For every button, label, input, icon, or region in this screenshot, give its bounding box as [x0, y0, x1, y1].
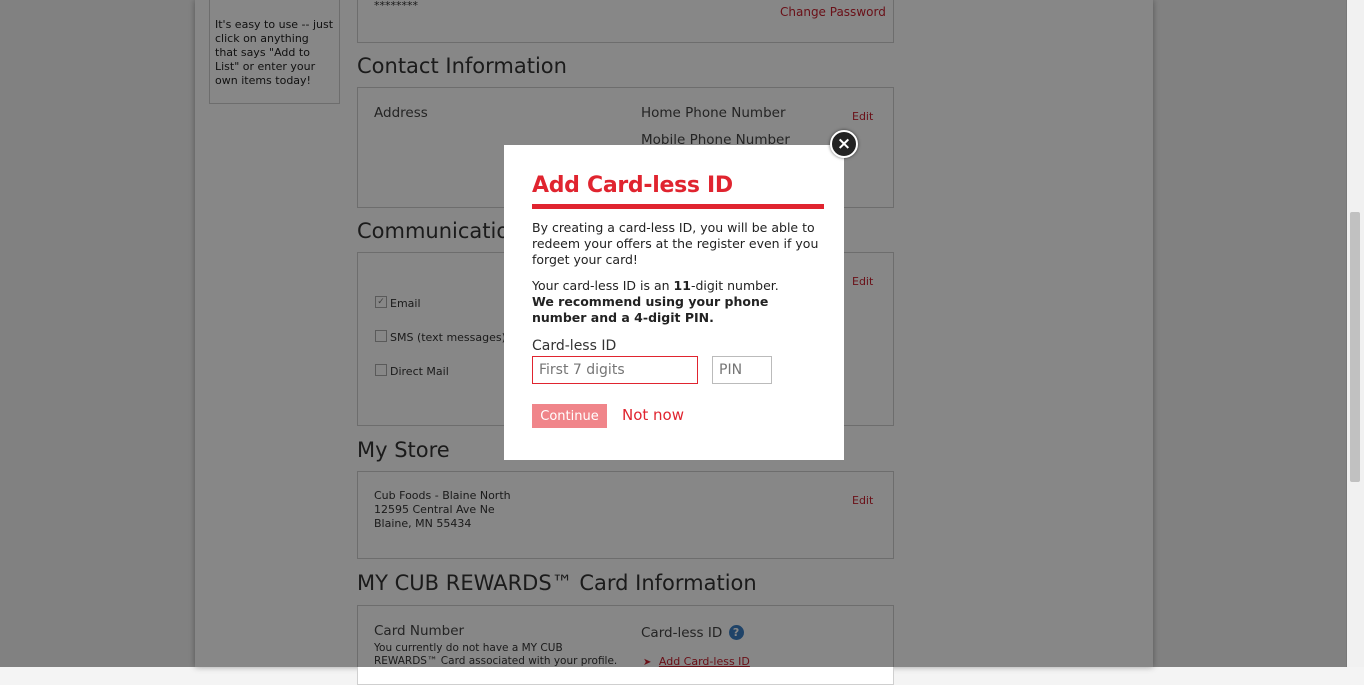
title-underline — [532, 204, 824, 209]
dialog-info: Your card-less ID is an 11-digit number.… — [532, 278, 824, 326]
cardless-inputs — [532, 356, 824, 384]
page-scrollbar[interactable] — [1346, 0, 1364, 667]
dialog-intro: By creating a card-less ID, you will be … — [532, 220, 819, 267]
continue-button[interactable]: Continue — [532, 404, 607, 428]
dialog-recommendation: We recommend using your phone number and… — [532, 294, 769, 325]
dialog-actions: Continue Not now — [532, 404, 824, 428]
not-now-link[interactable]: Not now — [622, 406, 684, 424]
close-icon[interactable]: × — [830, 130, 858, 158]
pin-input[interactable] — [712, 356, 772, 384]
info-prefix: Your card-less ID is an — [532, 278, 674, 293]
dialog-title: Add Card-less ID — [532, 173, 733, 198]
add-cardless-id-dialog: Add Card-less ID By creating a card-less… — [504, 145, 844, 460]
cardless-field-label: Card-less ID — [532, 338, 617, 354]
first-seven-digits-input[interactable] — [532, 356, 698, 384]
scrollbar-thumb[interactable] — [1350, 212, 1360, 482]
info-digit-count: 11 — [673, 278, 691, 293]
info-suffix: -digit number. — [690, 278, 779, 293]
